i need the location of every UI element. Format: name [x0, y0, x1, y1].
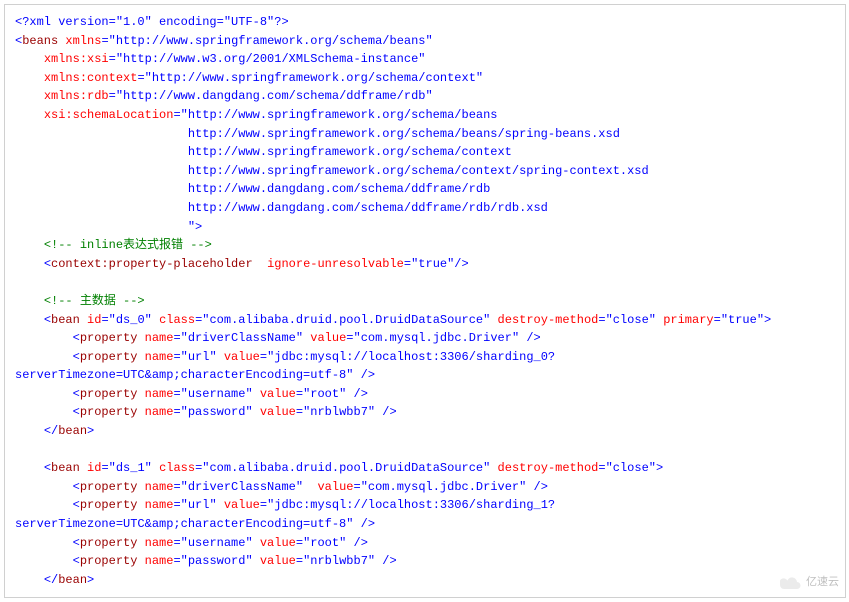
bean-ds0-open: <bean id="ds_0" class="com.alibaba.druid… [15, 311, 835, 330]
cloud-icon [780, 576, 802, 590]
xml-code-block: <?xml version="1.0" encoding="UTF-8"?> <… [4, 4, 846, 598]
comment-main-data: <!-- 主数据 --> [44, 294, 145, 308]
xml-declaration: <?xml version="1.0" encoding="UTF-8"?> [15, 13, 835, 32]
comment-inline: <!-- inline表达式报错 --> [44, 238, 212, 252]
bean-ds1-open: <bean id="ds_1" class="com.alibaba.druid… [15, 459, 835, 478]
